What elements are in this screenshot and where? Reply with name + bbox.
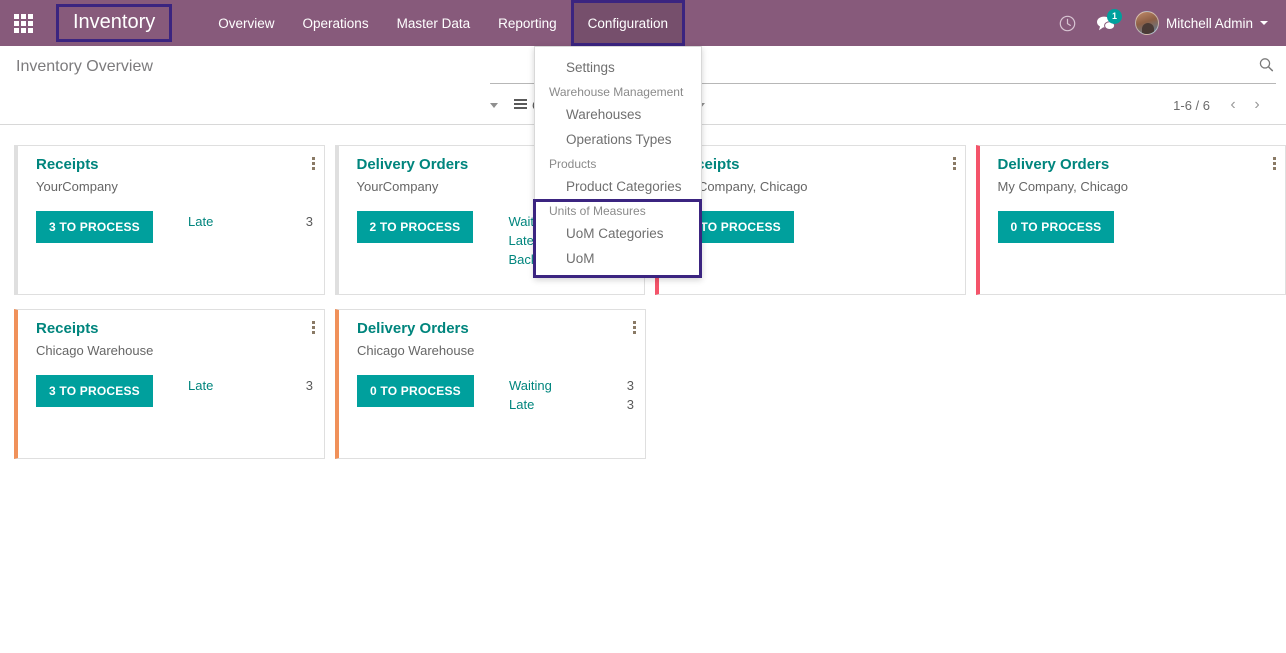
pager-count: 1-6 / 6 (1173, 97, 1210, 113)
navbar-right-section: 1 Mitchell Admin (1049, 0, 1286, 46)
kanban-row: Receipts Chicago Warehouse 3 TO PROCESS … (14, 309, 1286, 459)
filters-chevron-down-icon[interactable] (490, 102, 498, 108)
stat-value: 3 (626, 397, 634, 412)
to-process-button[interactable]: 3 TO PROCESS (36, 375, 153, 407)
apps-menu-toggle[interactable] (0, 0, 46, 46)
user-avatar (1134, 11, 1159, 35)
dropdown-item-uom-categories[interactable]: UoM Categories (535, 221, 701, 246)
menu-item-overview[interactable]: Overview (204, 0, 288, 46)
card-subtitle: Chicago Warehouse (357, 343, 475, 358)
menu-item-reporting[interactable]: Reporting (484, 0, 571, 46)
user-name-label: Mitchell Admin (1165, 15, 1253, 31)
top-navbar: Inventory Overview Operations Master Dat… (0, 0, 1286, 46)
grid-apps-icon (13, 13, 33, 33)
to-process-button[interactable]: 2 TO PROCESS (356, 211, 474, 243)
kanban-card-delivery-orders-chicago-warehouse[interactable]: Delivery Orders Chicago Warehouse 0 TO P… (335, 309, 646, 459)
dropdown-item-uom[interactable]: UoM (535, 246, 701, 271)
main-menu: Overview Operations Master Data Reportin… (204, 0, 685, 46)
stat-row: Late 3 (188, 212, 313, 231)
card-stats: Waiting 3 Late 3 (509, 376, 634, 414)
clock-icon (1060, 15, 1076, 31)
stat-row: Waiting 3 (509, 376, 634, 395)
card-title[interactable]: Delivery Orders (998, 156, 1110, 173)
kebab-menu-icon[interactable] (312, 321, 315, 336)
card-subtitle: YourCompany (356, 179, 439, 194)
configuration-dropdown-menu: Settings Warehouse Management Warehouses… (534, 46, 702, 278)
breadcrumb: Inventory Overview (16, 58, 153, 75)
card-subtitle: YourCompany (36, 179, 118, 194)
kanban-card-receipts-chicago-warehouse[interactable]: Receipts Chicago Warehouse 3 TO PROCESS … (14, 309, 325, 459)
to-process-button[interactable]: 0 TO PROCESS (357, 375, 474, 407)
stat-value: 3 (305, 378, 313, 393)
stat-row: Late 3 (188, 376, 313, 395)
to-process-button[interactable]: 3 TO PROCESS (36, 211, 153, 243)
kebab-menu-icon[interactable] (1273, 157, 1276, 172)
chevron-down-icon (1260, 21, 1268, 25)
menu-item-master-data[interactable]: Master Data (383, 0, 485, 46)
pager: 1-6 / 6 ‹ › (1173, 93, 1276, 117)
menu-item-operations[interactable]: Operations (289, 0, 383, 46)
kanban-card-receipts-yourcompany[interactable]: Receipts YourCompany 3 TO PROCESS Late 3 (14, 145, 325, 295)
kebab-menu-icon[interactable] (952, 157, 956, 172)
menu-item-configuration[interactable]: Configuration (570, 0, 685, 46)
pager-previous-button[interactable]: ‹ (1222, 93, 1244, 117)
stat-value: 3 (626, 378, 634, 393)
pager-next-button[interactable]: › (1246, 93, 1268, 117)
dropdown-section-products: Products (549, 157, 597, 171)
list-lines-icon (514, 99, 527, 111)
stat-label[interactable]: Late (188, 212, 213, 231)
user-menu-button[interactable]: Mitchell Admin (1125, 11, 1274, 35)
card-title[interactable]: Receipts (36, 156, 99, 173)
messages-menu-button[interactable]: 1 (1087, 0, 1125, 46)
card-title[interactable]: Receipts (36, 320, 99, 337)
dropdown-section-units-of-measures: Units of Measures (549, 204, 646, 218)
dropdown-item-settings[interactable]: Settings (535, 55, 701, 80)
card-stats: Late 3 (188, 212, 313, 231)
card-title[interactable]: Delivery Orders (357, 320, 469, 337)
dropdown-item-operations-types[interactable]: Operations Types (535, 127, 701, 152)
card-stats: Late 3 (188, 376, 313, 395)
app-brand-inventory[interactable]: Inventory (56, 4, 173, 42)
card-subtitle: My Company, Chicago (997, 179, 1129, 194)
stat-value: 3 (305, 214, 313, 229)
dropdown-section-warehouse-management: Warehouse Management (549, 85, 684, 99)
dropdown-item-product-categories[interactable]: Product Categories (535, 174, 701, 199)
card-title[interactable]: Delivery Orders (357, 156, 469, 173)
card-subtitle: Chicago Warehouse (36, 343, 154, 358)
stat-label[interactable]: Late (188, 376, 213, 395)
stat-row: Late 3 (509, 395, 634, 414)
activity-menu-button[interactable] (1049, 0, 1087, 46)
to-process-button[interactable]: 0 TO PROCESS (997, 211, 1115, 243)
kanban-card-delivery-orders-chicago[interactable]: Delivery Orders My Company, Chicago 0 TO… (975, 145, 1286, 295)
stat-label[interactable]: Late (509, 395, 534, 414)
dropdown-item-warehouses[interactable]: Warehouses (535, 102, 701, 127)
stat-label[interactable]: Waiting (509, 376, 552, 395)
kebab-menu-icon[interactable] (311, 157, 315, 172)
search-icon[interactable] (1258, 57, 1276, 80)
kebab-menu-icon[interactable] (633, 321, 636, 336)
stat-label[interactable]: Late (509, 231, 534, 250)
messages-count-badge: 1 (1106, 9, 1122, 24)
